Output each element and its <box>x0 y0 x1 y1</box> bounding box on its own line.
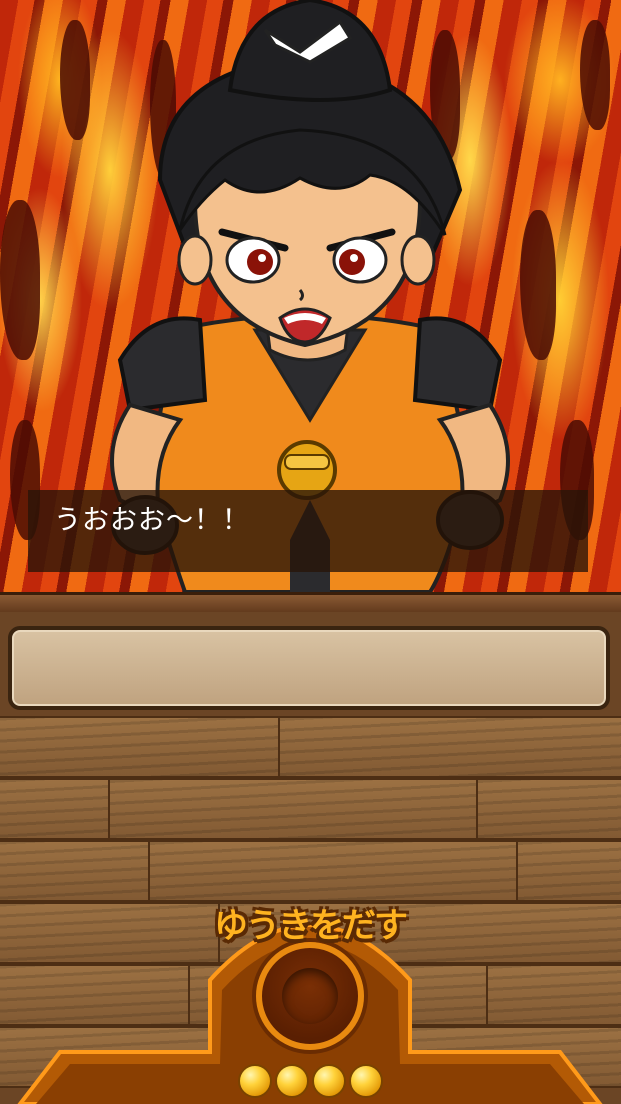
courage-orb <box>349 1064 383 1098</box>
courage-button-label[interactable]: ゆうきをだす <box>200 898 420 947</box>
courage-orb <box>238 1064 272 1098</box>
dialog-box[interactable]: うおおお〜！！ <box>28 490 588 572</box>
courage-button[interactable] <box>256 942 364 1050</box>
empty-socket-icon <box>282 968 338 1024</box>
courage-orb <box>275 1064 309 1098</box>
dialog-text: うおおお〜！！ <box>54 505 250 536</box>
courage-orb <box>312 1064 346 1098</box>
message-box <box>8 626 610 710</box>
